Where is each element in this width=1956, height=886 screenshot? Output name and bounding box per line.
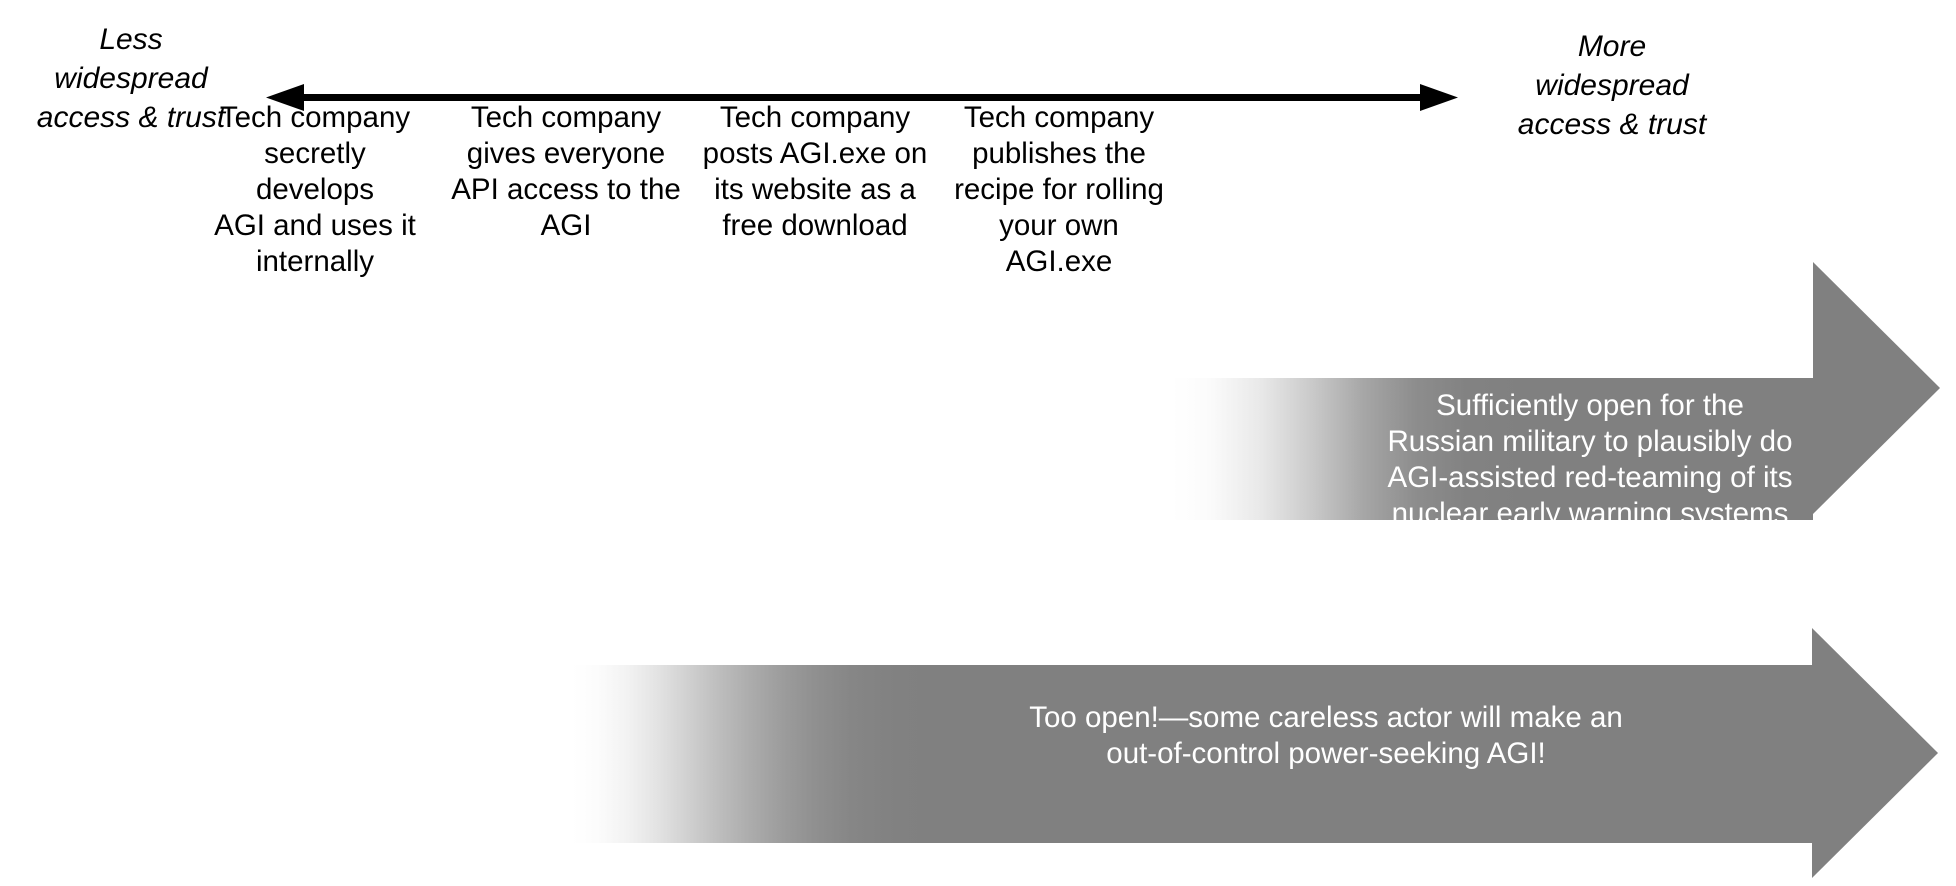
diagram-canvas: Less widespread access & trust More wide… — [0, 0, 1956, 886]
stage-label-internal: Tech company secretly develops AGI and u… — [214, 101, 416, 278]
callout-text-red-teaming: Sufficiently open for the Russian milita… — [1387, 389, 1793, 530]
stage-label-recipe: Tech company publishes the recipe for ro… — [954, 101, 1164, 278]
axis-right-end-label: More widespread access & trust — [1517, 30, 1707, 141]
callout-text-too-open: Too open!—some careless actor will make … — [1029, 701, 1623, 770]
stage-label-download: Tech company posts AGI.exe on its websit… — [702, 101, 928, 242]
stage-label-api: Tech company gives everyone API access t… — [451, 101, 681, 242]
